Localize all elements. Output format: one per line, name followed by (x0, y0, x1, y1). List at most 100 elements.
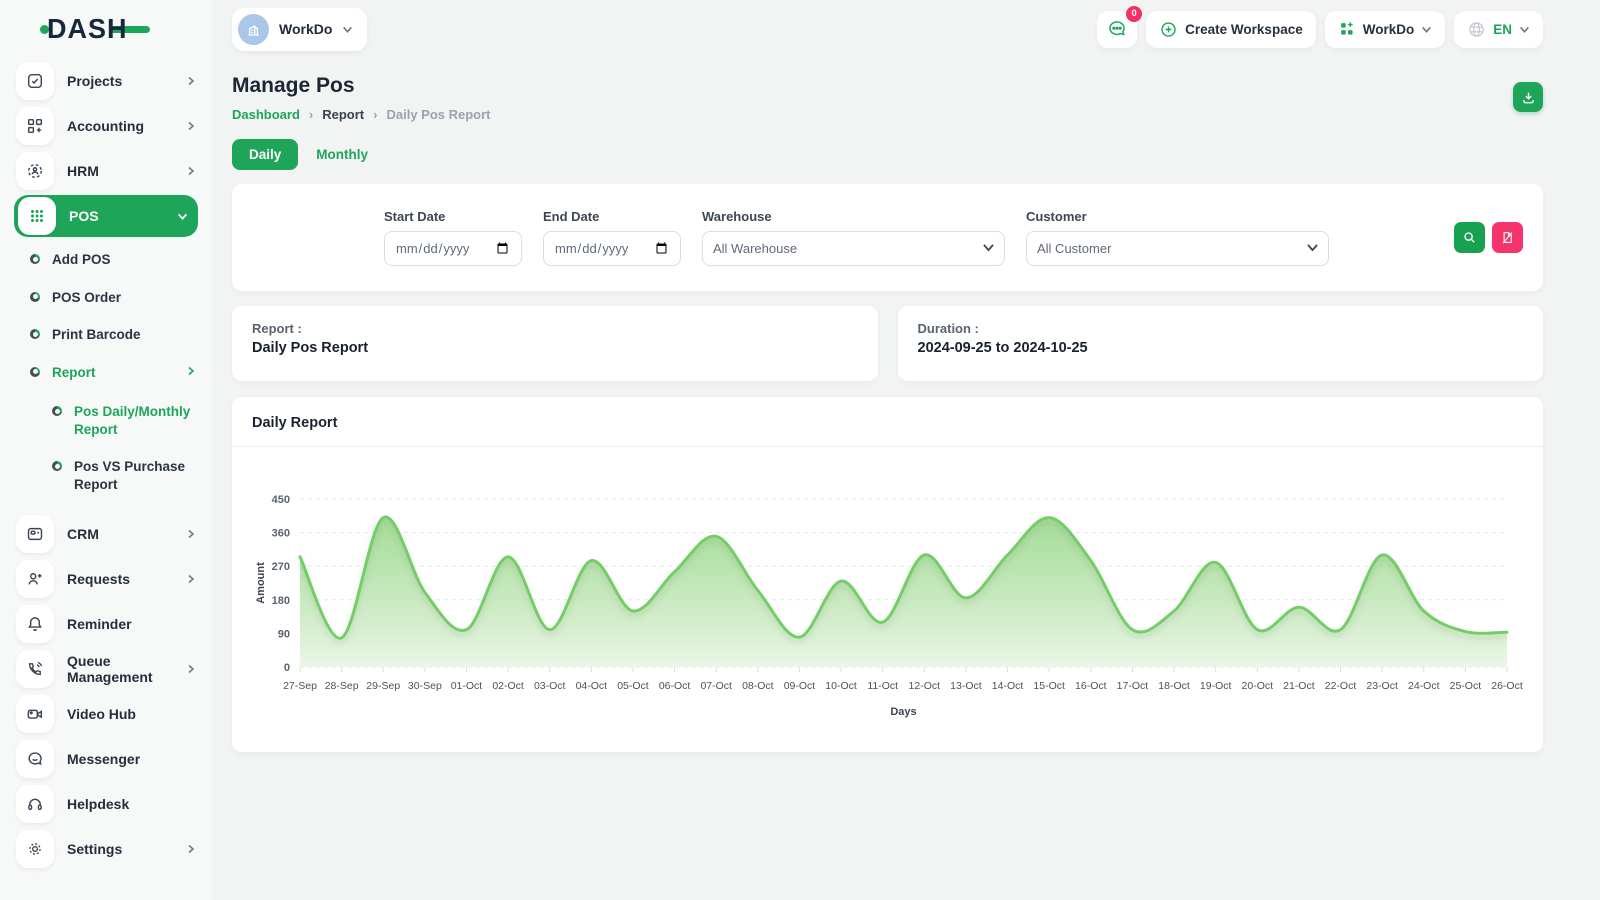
svg-text:09-Oct: 09-Oct (784, 680, 816, 692)
chat-icon (1107, 19, 1127, 39)
svg-text:29-Sep: 29-Sep (366, 680, 400, 692)
warehouse-select[interactable]: All Warehouse (702, 231, 1005, 266)
sidebar-item-reminder[interactable]: Reminder (16, 601, 196, 646)
grid-plus-icon (16, 107, 54, 145)
sidebar-item-add-pos[interactable]: Add POS (30, 241, 196, 279)
sidebar-item-projects[interactable]: Projects (16, 58, 196, 103)
user-circle-icon (16, 152, 54, 190)
svg-text:26-Oct: 26-Oct (1491, 680, 1523, 692)
svg-text:Amount: Amount (255, 562, 267, 604)
breadcrumb-dashboard[interactable]: Dashboard (232, 107, 300, 122)
workdo-menu-button[interactable]: WorkDo (1325, 11, 1446, 48)
workspace-switcher[interactable]: WorkDo (232, 8, 367, 51)
duration-card: Duration : 2024-09-25 to 2024-10-25 (898, 306, 1544, 381)
start-date-input[interactable] (384, 231, 522, 266)
customer-select[interactable]: All Customer (1026, 231, 1329, 266)
download-button[interactable] (1513, 82, 1543, 112)
donut-bullet-icon (52, 406, 62, 416)
sidebar-item-queue-management[interactable]: Queue Management (16, 646, 196, 691)
report-period-tabs: Daily Monthly (232, 139, 1543, 170)
pos-submenu: Add POS POS Order Print Barcode Report (16, 239, 196, 511)
sidebar-item-settings[interactable]: Settings (16, 826, 196, 871)
breadcrumb-report[interactable]: Report (322, 107, 364, 122)
sidebar-item-accounting[interactable]: Accounting (16, 103, 196, 148)
svg-text:22-Oct: 22-Oct (1325, 680, 1357, 692)
globe-icon (1467, 20, 1486, 39)
donut-bullet-icon (30, 329, 40, 339)
svg-text:19-Oct: 19-Oct (1200, 680, 1232, 692)
bell-icon (16, 605, 54, 643)
end-date-input[interactable] (543, 231, 681, 266)
chat-bubble-icon (16, 740, 54, 778)
svg-text:23-Oct: 23-Oct (1366, 680, 1398, 692)
grid-plus-icon (1338, 20, 1356, 38)
sidebar-item-requests[interactable]: Requests (16, 556, 196, 601)
svg-text:10-Oct: 10-Oct (825, 680, 857, 692)
report-type-card: Report : Daily Pos Report (232, 306, 878, 381)
chevron-right-icon (186, 121, 196, 131)
chevron-right-icon (186, 664, 196, 674)
download-icon (1521, 90, 1536, 105)
sidebar-item-report[interactable]: Report (30, 354, 196, 392)
report-submenu: Pos Daily/Monthly Report Pos VS Purchase… (30, 391, 196, 507)
svg-text:13-Oct: 13-Oct (950, 680, 982, 692)
messages-button[interactable]: 0 (1097, 11, 1137, 48)
svg-text:180: 180 (272, 595, 290, 607)
donut-bullet-icon (30, 254, 40, 264)
svg-text:12-Oct: 12-Oct (909, 680, 941, 692)
plus-circle-icon (1159, 20, 1178, 39)
sidebar-item-print-barcode[interactable]: Print Barcode (30, 316, 196, 354)
sidebar-item-pos-order[interactable]: POS Order (30, 279, 196, 317)
app-logo[interactable]: DASH (16, 0, 196, 58)
warehouse-field: Warehouse All Warehouse (702, 209, 1005, 266)
chevron-right-icon (186, 366, 196, 376)
svg-text:21-Oct: 21-Oct (1283, 680, 1315, 692)
gear-icon (16, 830, 54, 868)
apply-filter-button[interactable] (1454, 222, 1485, 253)
svg-text:01-Oct: 01-Oct (451, 680, 483, 692)
tab-daily[interactable]: Daily (232, 139, 298, 170)
svg-text:25-Oct: 25-Oct (1450, 680, 1482, 692)
svg-text:08-Oct: 08-Oct (742, 680, 774, 692)
sidebar-item-hrm[interactable]: HRM (16, 148, 196, 193)
svg-text:360: 360 (272, 528, 290, 540)
sidebar-item-helpdesk[interactable]: Helpdesk (16, 781, 196, 826)
dots-grid-icon (18, 197, 56, 235)
report-type-value: Daily Pos Report (252, 340, 858, 356)
sidebar-item-crm[interactable]: CRM (16, 511, 196, 556)
card-message-icon (16, 515, 54, 553)
create-workspace-button[interactable]: Create Workspace (1146, 11, 1316, 48)
start-date-field: Start Date (384, 209, 522, 266)
daily-report-card: Daily Report 09018027036045027-Sep28-Sep… (232, 397, 1543, 752)
donut-bullet-icon (30, 367, 40, 377)
sidebar-item-pos-daily-monthly-report[interactable]: Pos Daily/Monthly Report (52, 393, 196, 448)
chevron-down-icon (342, 24, 353, 35)
language-selector[interactable]: EN (1454, 11, 1543, 48)
svg-text:24-Oct: 24-Oct (1408, 680, 1440, 692)
breadcrumb: Dashboard › Report › Daily Pos Report (232, 107, 491, 122)
chevron-right-icon (186, 574, 196, 584)
sidebar-item-messenger[interactable]: Messenger (16, 736, 196, 781)
file-slash-icon (1500, 230, 1515, 245)
chevron-right-icon (186, 529, 196, 539)
sidebar-item-video-hub[interactable]: Video Hub (16, 691, 196, 736)
chevron-right-icon (186, 844, 196, 854)
svg-text:450: 450 (272, 494, 290, 506)
svg-text:90: 90 (278, 628, 290, 640)
svg-text:05-Oct: 05-Oct (617, 680, 649, 692)
sidebar-item-pos-vs-purchase-report[interactable]: Pos VS Purchase Report (52, 448, 196, 503)
video-camera-icon (16, 695, 54, 733)
svg-text:17-Oct: 17-Oct (1117, 680, 1149, 692)
sidebar: DASH Projects Accounting HRM (0, 0, 212, 900)
main-content: WorkDo 0 Create Workspace WorkDo EN (212, 0, 1600, 752)
svg-text:02-Oct: 02-Oct (492, 680, 524, 692)
svg-text:28-Sep: 28-Sep (325, 680, 359, 692)
page-title: Manage Pos (232, 74, 491, 98)
sidebar-item-pos[interactable]: POS (14, 195, 198, 237)
svg-text:15-Oct: 15-Oct (1033, 680, 1065, 692)
svg-text:20-Oct: 20-Oct (1242, 680, 1274, 692)
chevron-down-icon (1519, 24, 1530, 35)
reset-filter-button[interactable] (1492, 222, 1523, 253)
svg-text:Days: Days (890, 706, 916, 718)
tab-monthly[interactable]: Monthly (316, 147, 368, 162)
